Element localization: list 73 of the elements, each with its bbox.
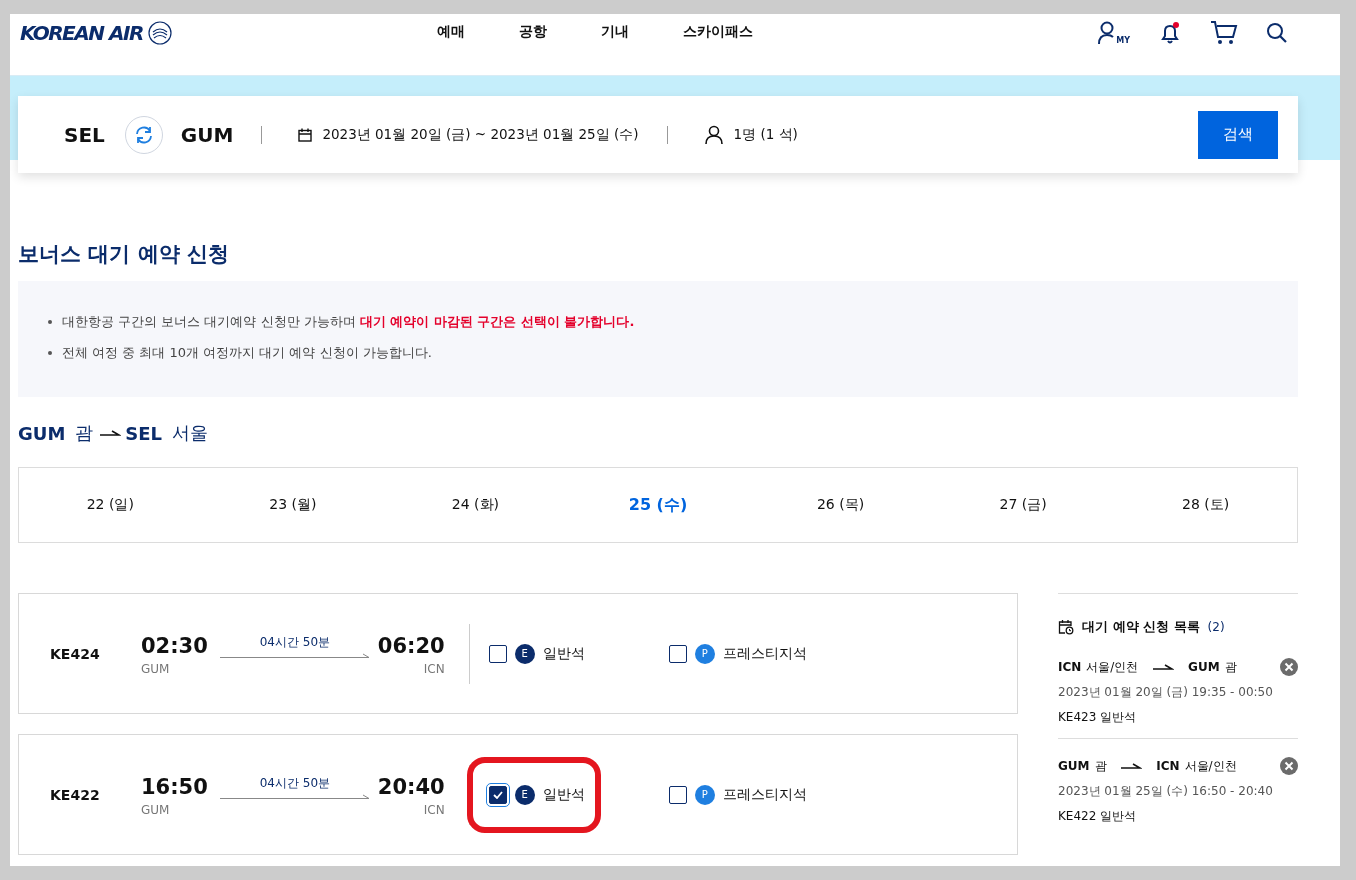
origin-code: GUM	[1058, 759, 1090, 773]
departure-airport: GUM	[141, 661, 171, 676]
cabin-class: 일반석	[1100, 710, 1137, 724]
notice-text: 전체 여정 중 최대 10개 여정까지 대기 예약 신청이 가능합니다.	[62, 344, 432, 362]
nav-link[interactable]: 예매	[436, 21, 465, 43]
calendar-clock-icon	[1058, 619, 1074, 635]
destination-city: 서울/인천	[1184, 757, 1237, 775]
origin-city: 괌	[1094, 757, 1107, 775]
flight-schedule: 2023년 01월 25일 (수) 16:50 - 20:40	[1058, 783, 1274, 800]
flight-number: KE422	[1058, 809, 1097, 823]
cabin-badge: P	[694, 643, 715, 664]
logo-text[interactable]: KOREAN AIR	[20, 21, 143, 45]
arrival-time: 06:20	[377, 632, 445, 660]
waitlist-count: (2)	[1207, 620, 1225, 634]
destination-city: 괌	[1224, 658, 1237, 676]
checkbox[interactable]	[668, 785, 687, 804]
route-destination-code: SEL	[125, 422, 163, 444]
flight-schedule: 2023년 01월 20일 (금) 19:35 - 00:50	[1058, 684, 1274, 701]
cabin-label[interactable]: 일반석	[542, 644, 585, 663]
cabin-label[interactable]: 프레스티지석	[722, 785, 807, 804]
destination-code: GUM	[1188, 660, 1220, 674]
emblem-icon	[146, 20, 173, 46]
date-tab[interactable]: 25 (수)	[566, 468, 750, 542]
departure-time: 16:50	[141, 773, 208, 801]
search-icon[interactable]	[1266, 22, 1288, 44]
date-tab[interactable]: 24 (화)	[384, 468, 567, 542]
arrival-time: 20:40	[377, 773, 445, 801]
nav-link[interactable]: 기내	[600, 21, 629, 43]
cabin-label[interactable]: 프레스티지석	[722, 644, 807, 663]
flight-number: KE422	[50, 786, 101, 803]
travel-dates[interactable]: 2023년 01월 20일 (금) ~ 2023년 01월 25일 (수)	[322, 125, 639, 144]
cabin-label[interactable]: 일반석	[542, 785, 585, 804]
nav-link[interactable]: 공항	[518, 21, 547, 43]
origin-code: ICN	[1058, 660, 1082, 674]
cabin-badge: P	[694, 784, 715, 805]
flight-duration: 04시간 50분	[259, 634, 331, 651]
date-tab[interactable]: 26 (목)	[749, 468, 932, 542]
flight-number: KE423	[1058, 710, 1097, 724]
notice-text: 대한항공 구간의 보너스 대기예약 신청만 가능하며 대기 예약이 마감된 구간은 선택이 불가합니다.	[62, 313, 635, 331]
destination-code: ICN	[1156, 759, 1180, 773]
waitlist-title: 대기 예약 신청 목록	[1082, 618, 1200, 636]
cabin-badge: E	[514, 643, 535, 664]
passenger-count[interactable]: 1명 (1 석)	[733, 125, 798, 144]
flight-number: KE424	[50, 645, 101, 662]
cabin-class: 일반석	[1100, 809, 1137, 823]
origin-code[interactable]: SEL	[64, 122, 105, 147]
destination-code[interactable]: GUM	[180, 122, 234, 147]
remove-icon[interactable]	[1280, 658, 1298, 676]
date-tab[interactable]: 27 (금)	[931, 468, 1115, 542]
checkbox[interactable]	[668, 644, 687, 663]
my-page-button[interactable]: MY	[1097, 21, 1130, 45]
nav-link[interactable]: 스카이패스	[682, 21, 753, 43]
remove-icon[interactable]	[1280, 757, 1298, 775]
route-origin-code: GUM	[18, 422, 66, 444]
departure-time: 02:30	[141, 632, 208, 660]
date-tab[interactable]: 22 (일)	[19, 468, 202, 542]
route-origin-city: 괌	[75, 421, 94, 445]
cart-icon[interactable]	[1210, 20, 1238, 46]
route-destination-city: 서울	[172, 421, 209, 445]
search-button[interactable]: 검색	[1198, 110, 1278, 159]
departure-airport: GUM	[141, 802, 171, 817]
arrival-airport: ICN	[423, 802, 445, 817]
checkbox[interactable]	[488, 644, 507, 663]
flight-duration: 04시간 50분	[259, 775, 331, 792]
bell-icon[interactable]	[1158, 21, 1182, 45]
origin-city: 서울/인천	[1086, 658, 1139, 676]
date-tab[interactable]: 23 (월)	[201, 468, 385, 542]
page-title: 보너스 대기 예약 신청	[18, 241, 230, 268]
arrival-airport: ICN	[423, 661, 445, 676]
calendar-icon	[298, 127, 313, 142]
date-tab[interactable]: 28 (토)	[1114, 468, 1297, 542]
person-icon	[703, 124, 724, 145]
check-icon	[492, 790, 503, 799]
